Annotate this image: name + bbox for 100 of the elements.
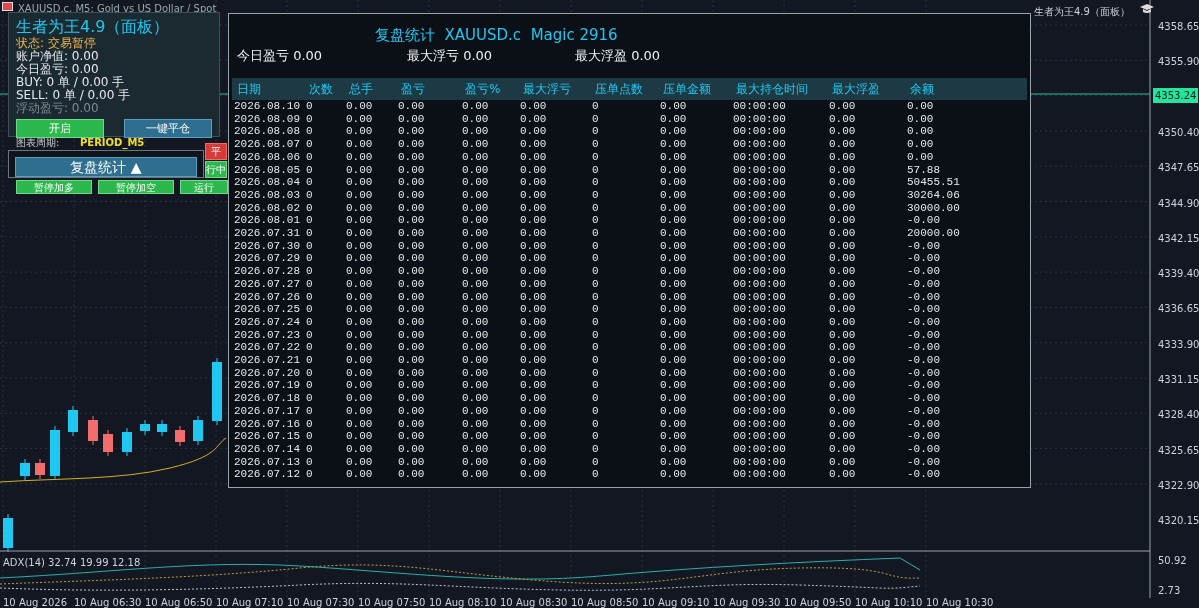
table-cell: 0.00 bbox=[462, 239, 520, 253]
table-cell: 2026.08.05 bbox=[234, 163, 306, 177]
table-cell: 0.00 bbox=[660, 290, 733, 304]
table-cell: 0.00 bbox=[520, 163, 592, 177]
panel-button[interactable]: 开启 bbox=[16, 119, 104, 138]
price-label: 4325.65 bbox=[1158, 443, 1199, 458]
panel-stat: 今日盈亏: 0.00 bbox=[16, 63, 100, 76]
table-cell-text: -0.00 bbox=[907, 341, 941, 355]
table-cell: 0.00 bbox=[520, 201, 592, 215]
table-cell: 0 bbox=[592, 341, 660, 355]
table-cell: 2026.07.20 bbox=[234, 366, 306, 380]
side-button[interactable]: 行中 bbox=[205, 161, 227, 178]
table-cell: 00:00:00 bbox=[733, 392, 829, 405]
candle bbox=[88, 415, 98, 446]
table-cell: 00:00:00 bbox=[733, 239, 829, 253]
table-cell: 0 bbox=[306, 125, 346, 139]
control-button[interactable]: 暂停加空 bbox=[98, 180, 174, 194]
table-cell: 0.00 bbox=[520, 303, 592, 316]
table-cell: 0.00 bbox=[520, 138, 592, 151]
control-button[interactable]: 暂停加多 bbox=[16, 180, 92, 194]
price-label: 4350.40 bbox=[1158, 125, 1199, 140]
table-cell: 2026.07.30 bbox=[234, 239, 306, 253]
table-cell-text: 0.00 bbox=[829, 265, 857, 278]
table-cell: 0.00 bbox=[346, 468, 398, 482]
table-cell: 00:00:00 bbox=[733, 455, 829, 469]
table-cell-text: 30000.00 bbox=[907, 201, 961, 215]
side-button[interactable]: 平 bbox=[205, 143, 227, 160]
table-cell: 0.00 bbox=[398, 265, 462, 278]
table-cell-text: 0.00 bbox=[829, 443, 857, 456]
table-cell: 0.00 bbox=[660, 252, 733, 266]
table-cell: 0.00 bbox=[398, 303, 462, 316]
table-cell: 0.00 bbox=[660, 468, 733, 482]
table-cell-text: -0.00 bbox=[907, 239, 941, 253]
table-cell: 0.00 bbox=[462, 341, 520, 355]
table-cell-text: 0.00 bbox=[829, 277, 857, 291]
table-cell: 0.00 bbox=[398, 150, 462, 164]
price-label: 4355.90 bbox=[1158, 55, 1199, 70]
table-cell: 0.00 bbox=[660, 265, 733, 278]
table-cell-text: 0.00 bbox=[829, 404, 857, 418]
table-cell: 0.00 bbox=[520, 112, 592, 126]
time-label: 10 Aug 09:50 bbox=[784, 596, 852, 608]
column-header: 日期 bbox=[237, 78, 309, 100]
table-cell: 0.00 bbox=[346, 188, 398, 202]
table-cell: 0.00 bbox=[829, 125, 907, 139]
table-cell: 0 bbox=[306, 430, 346, 443]
panel-button[interactable]: 一键平仓 bbox=[124, 119, 212, 138]
table-cell: 0.00 bbox=[660, 417, 733, 431]
candle bbox=[20, 458, 30, 481]
table-cell: 00:00:00 bbox=[733, 188, 829, 202]
table-cell-text: 0.00 bbox=[829, 328, 857, 342]
table-cell: 0 bbox=[592, 125, 660, 139]
table-cell: 00:00:00 bbox=[733, 176, 829, 189]
table-cell: 0.00 bbox=[660, 443, 733, 456]
control-button[interactable]: 运行 bbox=[180, 180, 228, 194]
table-cell: 2026.08.10 bbox=[234, 100, 306, 113]
stats-toggle-button[interactable]: 复盘统计 ▲ bbox=[15, 156, 197, 177]
table-cell: 0.00 bbox=[660, 315, 733, 329]
table-cell: 0.00 bbox=[346, 455, 398, 469]
table-cell-text: 0.00 bbox=[829, 290, 857, 304]
table-cell: 0 bbox=[306, 366, 346, 380]
table-cell: 0 bbox=[592, 468, 660, 482]
panel-stat: 浮动盈亏: 0.00 bbox=[16, 102, 100, 115]
time-label: 10 Aug 10:10 bbox=[855, 596, 923, 608]
panel-title: 生者为王4.9（面板） bbox=[16, 17, 171, 37]
table-cell: 0.00 bbox=[346, 392, 398, 405]
table-cell: 0.00 bbox=[346, 214, 398, 228]
column-header: 最大浮亏 bbox=[523, 78, 595, 100]
table-cell: 0.00 bbox=[829, 227, 907, 240]
indicator-axis-label: 50.92 bbox=[1158, 554, 1187, 568]
table-cell: 0 bbox=[592, 315, 660, 329]
table-cell: 0.00 bbox=[398, 125, 462, 139]
table-cell: 0.00 bbox=[660, 112, 733, 126]
table-cell-text: 0.00 bbox=[829, 366, 857, 380]
table-cell: 0 bbox=[306, 163, 346, 177]
table-cell: 0.00 bbox=[346, 277, 398, 291]
table-cell: 0 bbox=[306, 468, 346, 482]
table-cell-text: -0.00 bbox=[907, 328, 941, 342]
table-cell: 0.00 bbox=[398, 341, 462, 355]
price-label: 4342.15 bbox=[1158, 231, 1199, 246]
summary-stat: 最大浮亏 0.00 bbox=[407, 47, 494, 65]
table-cell-text: 0.00 bbox=[829, 379, 857, 393]
table-cell: 2026.07.18 bbox=[234, 392, 306, 405]
table-cell-text: -0.00 bbox=[907, 214, 941, 228]
table-cell: 0.00 bbox=[398, 214, 462, 228]
table-cell: 0.00 bbox=[398, 239, 462, 253]
table-cell: 00:00:00 bbox=[733, 379, 829, 393]
table-cell: 2026.07.28 bbox=[234, 265, 306, 278]
table-cell: 0.00 bbox=[660, 201, 733, 215]
table-cell: 0.00 bbox=[520, 468, 592, 482]
column-header: 最大浮盈 bbox=[832, 78, 910, 100]
price-label: 4358.65 bbox=[1158, 20, 1199, 34]
table-cell-text: -0.00 bbox=[907, 252, 941, 266]
table-cell: 0.00 bbox=[346, 290, 398, 304]
candle bbox=[140, 419, 150, 436]
table-cell: 0.00 bbox=[520, 188, 592, 202]
table-cell-text: -0.00 bbox=[907, 455, 941, 469]
ea-name: 生者为王4.9（面板） bbox=[1034, 5, 1130, 19]
table-cell: 0.00 bbox=[462, 290, 520, 304]
table-cell: 0 bbox=[306, 150, 346, 164]
candle bbox=[35, 458, 45, 480]
